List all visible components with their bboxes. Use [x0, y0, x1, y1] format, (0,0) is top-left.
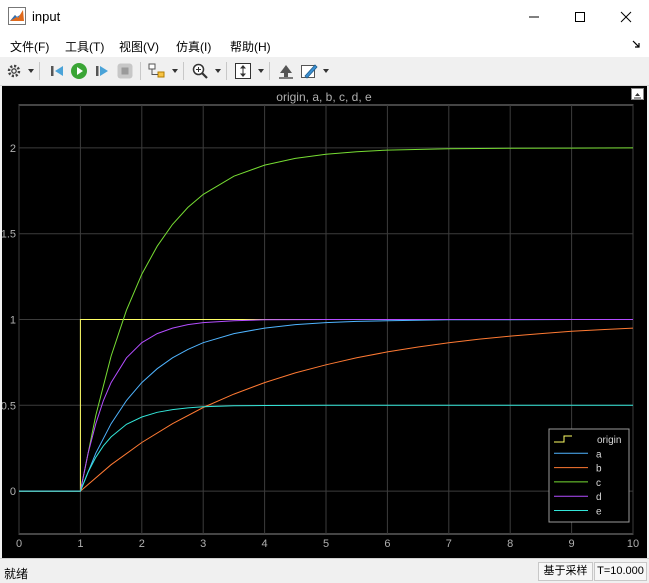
x-tick-label: 2 [139, 538, 145, 550]
maximize-button[interactable] [557, 0, 603, 33]
step-back-icon [51, 66, 63, 76]
run-icon [71, 63, 87, 79]
y-tick-label: 0 [10, 486, 16, 498]
legend-label: origin [597, 435, 621, 446]
menu-help[interactable]: 帮助(H) [230, 38, 271, 55]
style-button[interactable] [299, 61, 319, 81]
window-title: input [32, 9, 61, 24]
style-icon [301, 64, 318, 79]
x-tick-label: 3 [200, 538, 206, 550]
toolbar-separator [183, 62, 184, 80]
x-tick-label: 4 [262, 538, 268, 550]
x-tick-label: 1 [77, 538, 83, 550]
title-bar: input [0, 0, 649, 33]
x-tick-label: 9 [569, 538, 575, 550]
menu-simulation[interactable]: 仿真(I) [176, 38, 211, 55]
y-tick-label: 2 [10, 143, 16, 155]
settings-button[interactable] [5, 61, 23, 81]
toolbar-separator [226, 62, 227, 80]
x-tick-label: 10 [627, 538, 639, 550]
legend-label: a [596, 449, 602, 460]
gear-icon [7, 64, 21, 78]
legend-label: c [596, 478, 601, 489]
status-text: 就绪 [4, 567, 29, 581]
style-dropdown-icon[interactable] [323, 69, 329, 73]
x-tick-label: 0 [16, 538, 22, 550]
toolbar-separator [39, 62, 40, 80]
y-tick-label: 1.5 [2, 229, 16, 241]
plot-title: origin, a, b, c, d, e [276, 90, 372, 104]
legend-label: d [596, 492, 602, 503]
zoom-icon [192, 63, 208, 79]
y-tick-label: 1 [10, 315, 16, 327]
menu-view[interactable]: 视图(V) [119, 38, 159, 55]
stop-button[interactable] [115, 61, 135, 81]
menu-tools[interactable]: 工具(T) [65, 38, 104, 55]
x-tick-label: 8 [507, 538, 513, 550]
zoom-button[interactable] [190, 61, 210, 81]
highlight-dropdown-icon[interactable] [172, 69, 178, 73]
undock-icon [634, 93, 641, 99]
scope-plot[interactable]: origin, a, b, c, d, e 0 1 2 3 4 5 6 7 8 9 10 0 0.5 1 1… [2, 86, 647, 558]
x-tick-label: 7 [446, 538, 452, 550]
stop-icon [117, 63, 133, 79]
highlight-icon [148, 63, 165, 78]
restore-icon [279, 65, 293, 79]
autoscale-dropdown-icon[interactable] [258, 69, 264, 73]
menu-file[interactable]: 文件(F) [10, 38, 49, 55]
sim-time-indicator: T=10.000 [594, 562, 647, 581]
legend-label: e [596, 507, 602, 518]
zoom-dropdown-icon[interactable] [215, 69, 221, 73]
step-back-button[interactable] [47, 61, 67, 81]
close-button[interactable] [603, 0, 649, 33]
menu-bar: 文件(F) 工具(T) 视图(V) 仿真(I) 帮助(H) [0, 33, 649, 57]
x-tick-label: 6 [384, 538, 390, 550]
matlab-icon [8, 7, 26, 25]
x-tick-label: 5 [323, 538, 329, 550]
autoscale-icon [235, 63, 251, 79]
toolbar [0, 57, 649, 86]
legend-label: b [596, 464, 602, 475]
maximize-icon [575, 11, 585, 22]
undock-button[interactable] [631, 88, 644, 100]
legend: origin abcde [548, 428, 630, 523]
menu-expand-icon[interactable] [631, 39, 641, 49]
close-icon [620, 11, 632, 22]
toolbar-separator [140, 62, 141, 80]
sample-mode-indicator: 基于采样 [538, 562, 593, 581]
settings-dropdown-icon[interactable] [28, 69, 34, 73]
highlight-button[interactable] [147, 61, 167, 81]
toolbar-separator [269, 62, 270, 80]
autoscale-button[interactable] [233, 61, 253, 81]
restore-button[interactable] [276, 61, 296, 81]
run-button[interactable] [69, 61, 89, 81]
status-bar: 就绪 基于采样 T=10.000 [0, 558, 649, 583]
scope-display: origin, a, b, c, d, e 0 1 2 3 4 5 6 7 8 9 10 0 0.5 1 1… [2, 86, 647, 558]
y-tick-label: 0.5 [2, 400, 16, 412]
minimize-button[interactable] [511, 0, 557, 33]
step-forward-icon [96, 66, 108, 76]
step-forward-button[interactable] [92, 61, 112, 81]
minimize-icon [529, 16, 539, 17]
